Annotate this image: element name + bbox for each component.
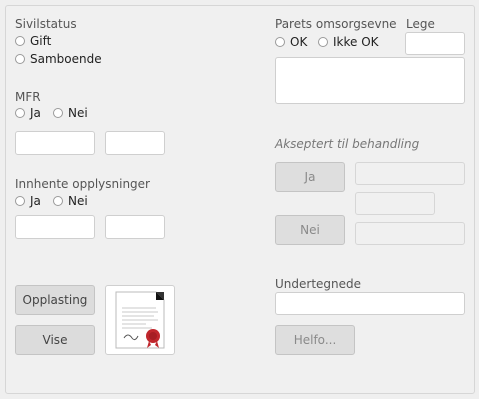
- view-button[interactable]: Vise: [15, 325, 95, 355]
- lege-label: Lege: [406, 17, 435, 31]
- undertegnede-label: Undertegnede: [275, 277, 362, 291]
- akseptert-date-field[interactable]: [355, 192, 435, 215]
- radio-dot-icon: [15, 196, 25, 206]
- mfr-input-1[interactable]: [15, 131, 95, 155]
- akseptert-nei-button[interactable]: Nei: [275, 215, 345, 245]
- omsorg-textarea[interactable]: [275, 57, 465, 104]
- radio-dot-icon: [15, 54, 25, 64]
- innhente-input-2[interactable]: [105, 215, 165, 239]
- radio-mfr-nei[interactable]: Nei: [53, 106, 88, 120]
- radio-gift[interactable]: Gift: [15, 34, 51, 48]
- innhente-label: Innhente opplysninger: [15, 177, 150, 191]
- akseptert-label: Akseptert til behandling: [275, 137, 420, 151]
- document-thumbnail[interactable]: [105, 285, 175, 355]
- innhente-input-1[interactable]: [15, 215, 95, 239]
- akseptert-nei-field[interactable]: [355, 222, 465, 245]
- radio-innhente-ja[interactable]: Ja: [15, 194, 41, 208]
- radio-omsorg-ikke-ok[interactable]: Ikke OK: [318, 35, 379, 49]
- radio-dot-icon: [53, 108, 63, 118]
- radio-dot-icon: [53, 196, 63, 206]
- upload-button[interactable]: Opplasting: [15, 285, 95, 315]
- mfr-label: MFR: [15, 90, 41, 104]
- helfo-button[interactable]: Helfo...: [275, 325, 355, 355]
- sivilstatus-label: Sivilstatus: [15, 17, 77, 31]
- radio-dot-icon: [318, 37, 328, 47]
- radio-dot-icon: [15, 36, 25, 46]
- lege-input[interactable]: [405, 32, 465, 55]
- akseptert-ja-field[interactable]: [355, 162, 465, 185]
- radio-samboende[interactable]: Samboende: [15, 52, 102, 66]
- radio-dot-icon: [275, 37, 285, 47]
- mfr-input-2[interactable]: [105, 131, 165, 155]
- omsorgsevne-label: Parets omsorgsevne: [275, 17, 397, 31]
- akseptert-ja-button[interactable]: Ja: [275, 162, 345, 192]
- undertegnede-input[interactable]: [275, 292, 465, 315]
- radio-dot-icon: [15, 108, 25, 118]
- radio-omsorg-ok[interactable]: OK: [275, 35, 307, 49]
- radio-mfr-ja[interactable]: Ja: [15, 106, 41, 120]
- document-with-seal-icon: [115, 291, 165, 349]
- radio-innhente-nei[interactable]: Nei: [53, 194, 88, 208]
